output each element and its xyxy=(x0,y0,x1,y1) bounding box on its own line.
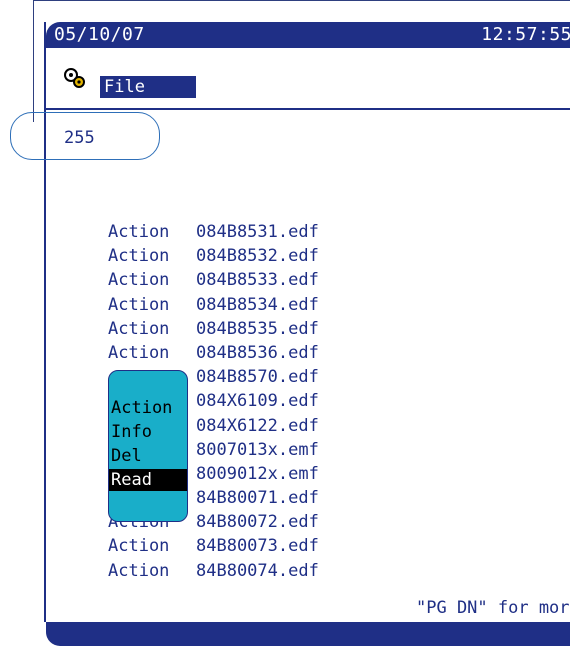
callout-leader-horizontal xyxy=(33,0,570,1)
file-name: 084B8531.edf xyxy=(196,222,319,242)
context-menu-item-read[interactable]: Read xyxy=(109,469,187,491)
file-list-item[interactable]: Action 84B80073.edf xyxy=(108,534,319,558)
status-time: 12:57:55 xyxy=(481,24,570,45)
bottom-bar xyxy=(46,622,570,646)
file-list-item[interactable]: Action 084B8533.edf xyxy=(108,268,319,292)
file-list-item[interactable]: Action 084B8536.edf xyxy=(108,341,319,365)
file-action-label: Action xyxy=(108,318,170,339)
file-name: 8009012x.emf xyxy=(196,463,319,484)
menu-divider xyxy=(46,108,570,110)
file-action-label: Action xyxy=(108,222,170,242)
highlight-callout xyxy=(10,112,160,160)
file-name: 084X6109.edf xyxy=(196,391,319,412)
file-name: 84B80074.edf xyxy=(196,560,319,581)
file-name: 084B8570.edf xyxy=(196,367,319,388)
file-name: 084X6122.edf xyxy=(196,415,319,436)
context-menu-item-action[interactable]: Action xyxy=(109,397,187,419)
file-name: 84B80072.edf xyxy=(196,512,319,533)
file-name: 084B8536.edf xyxy=(196,342,319,363)
file-name: 84B80073.edf xyxy=(196,536,319,557)
file-list-item[interactable]: Action 084B8534.edf xyxy=(108,293,319,317)
status-bar: 05/10/07 12:57:55 xyxy=(46,22,570,48)
context-menu: Action Info Del Read xyxy=(108,370,188,522)
context-menu-item-del[interactable]: Del xyxy=(109,445,187,467)
callout-leader-vertical xyxy=(33,0,34,122)
page-down-hint: "PG DN" for more xyxy=(416,598,570,618)
file-action-label: Action xyxy=(108,294,170,315)
file-list-item[interactable]: Action 084B8532.edf xyxy=(108,244,319,268)
file-action-label: Action xyxy=(108,270,170,291)
file-name: 084B8535.edf xyxy=(196,318,319,339)
status-date: 05/10/07 xyxy=(54,24,145,45)
menu-bar: File xyxy=(46,68,570,102)
file-name: 084B8532.edf xyxy=(196,246,319,267)
file-name: 084B8534.edf xyxy=(196,294,319,315)
file-name: 84B80071.edf xyxy=(196,488,319,509)
file-action-label: Action xyxy=(108,342,170,363)
file-menu-button[interactable]: File xyxy=(100,76,196,98)
file-name: 084B8533.edf xyxy=(196,270,319,291)
tools-icon[interactable] xyxy=(62,65,88,91)
context-menu-item-info[interactable]: Info xyxy=(109,421,187,443)
file-list-item[interactable]: Action 084B8535.edf xyxy=(108,317,319,341)
file-list-item[interactable]: Action 84B80074.edf xyxy=(108,559,319,583)
file-name: 8007013x.emf xyxy=(196,439,319,460)
file-action-label: Action xyxy=(108,536,170,557)
file-action-label: Action xyxy=(108,246,170,267)
file-action-label: Action xyxy=(108,560,170,581)
file-list-item[interactable]: Action 084B8531.edf xyxy=(108,220,319,244)
